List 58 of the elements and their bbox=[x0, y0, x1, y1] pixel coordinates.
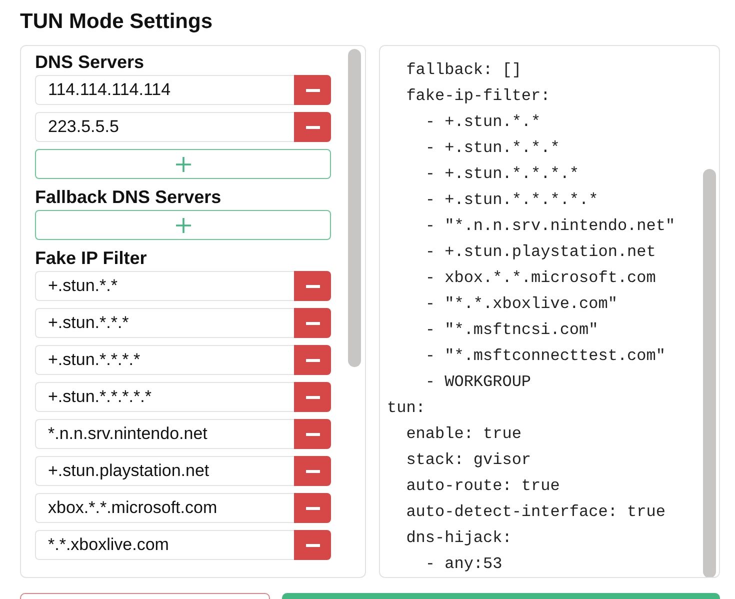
code-line: stack: gvisor bbox=[405, 450, 532, 471]
code-line: auto-route: true bbox=[405, 476, 561, 497]
page-title: TUN Mode Settings bbox=[20, 9, 214, 35]
minus-icon bbox=[306, 396, 320, 398]
minus-icon bbox=[306, 322, 320, 324]
scrollbar-thumb[interactable] bbox=[348, 49, 361, 367]
section-heading: Fallback DNS Servers bbox=[35, 186, 222, 208]
code-line: auto-detect-interface: true bbox=[405, 502, 666, 523]
code-line: - WORKGROUP bbox=[424, 372, 532, 393]
remove-button[interactable] bbox=[294, 112, 331, 142]
text-field[interactable]: xbox.*.*.microsoft.com bbox=[35, 493, 294, 523]
code-line: - any:53 bbox=[424, 554, 504, 575]
minus-icon bbox=[306, 358, 320, 362]
code-line: - +.stun.playstation.net bbox=[424, 242, 657, 263]
code-line: - xbox.*.*.microsoft.com bbox=[424, 268, 657, 289]
code-line: - "*.n.n.srv.nintendo.net" bbox=[424, 216, 676, 237]
text-field[interactable]: 114.114.114.114 bbox=[35, 75, 294, 105]
code-line: - +.stun.*.*.*.*.* bbox=[424, 190, 600, 211]
text-field[interactable]: *.n.n.srv.nintendo.net bbox=[35, 419, 294, 449]
remove-button[interactable] bbox=[294, 271, 331, 301]
plus-icon bbox=[176, 218, 190, 232]
code-line: - "*.msftconnecttest.com" bbox=[424, 346, 666, 367]
minus-icon bbox=[306, 432, 320, 436]
remove-button[interactable] bbox=[294, 345, 331, 375]
plus-icon bbox=[176, 156, 190, 172]
minus-icon bbox=[306, 470, 320, 472]
minus-icon bbox=[306, 506, 320, 510]
remove-button[interactable] bbox=[294, 419, 331, 449]
remove-button[interactable] bbox=[294, 456, 331, 486]
code-line: tun: bbox=[387, 398, 426, 419]
code-line: - "*.*.xboxlive.com" bbox=[424, 294, 618, 315]
remove-button[interactable] bbox=[294, 308, 331, 338]
remove-button[interactable] bbox=[294, 493, 331, 523]
minus-icon bbox=[306, 544, 320, 546]
section-heading: DNS Servers bbox=[35, 51, 146, 73]
text-field[interactable]: +.stun.playstation.net bbox=[35, 456, 294, 486]
text-field[interactable]: +.stun.*.*.*.* bbox=[35, 345, 294, 375]
code-line: - +.stun.*.*.*.* bbox=[424, 164, 580, 185]
text-field[interactable]: +.stun.*.* bbox=[35, 271, 294, 301]
text-field[interactable]: +.stun.*.*.* bbox=[35, 308, 294, 338]
code-line: fallback: [] bbox=[405, 60, 522, 81]
code-line: - +.stun.*.*.* bbox=[424, 138, 561, 159]
code-line: enable: true bbox=[405, 424, 522, 445]
minus-icon bbox=[306, 284, 320, 288]
code-line: dns-hijack: bbox=[405, 528, 513, 549]
section-heading: Fake IP Filter bbox=[35, 247, 148, 269]
code-line: fake-ip-filter: bbox=[405, 86, 552, 107]
remove-button[interactable] bbox=[294, 75, 331, 105]
code-line: - +.stun.*.* bbox=[424, 112, 542, 133]
minus-icon bbox=[306, 88, 320, 92]
text-field[interactable]: *.*.xboxlive.com bbox=[35, 530, 294, 560]
text-field[interactable]: 223.5.5.5 bbox=[35, 112, 294, 142]
minus-icon bbox=[306, 126, 320, 128]
text-field[interactable]: +.stun.*.*.*.*.* bbox=[35, 382, 294, 412]
remove-button[interactable] bbox=[294, 530, 331, 560]
scrollbar-thumb[interactable] bbox=[703, 169, 716, 577]
code-line: - "*.msftncsi.com" bbox=[424, 320, 600, 341]
remove-button[interactable] bbox=[294, 382, 331, 412]
